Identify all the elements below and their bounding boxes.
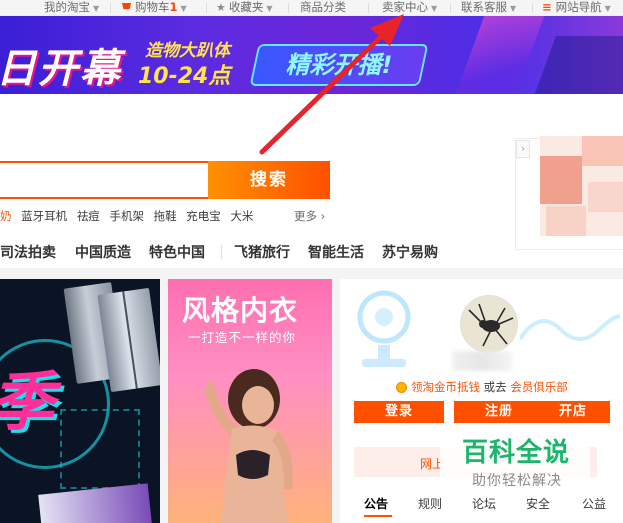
hot-word[interactable]: 大米: [230, 209, 253, 223]
watermark: 百科全说 助你轻松解决: [440, 426, 590, 496]
tab-forum[interactable]: 论坛: [472, 495, 496, 512]
banner-headline: 日开幕: [0, 46, 122, 92]
appliance-promo-panel[interactable]: 季: [0, 279, 160, 523]
chevron-right-icon: ›: [320, 209, 326, 223]
cart-icon: [122, 3, 131, 9]
banner-pill: 精彩开播!: [249, 44, 429, 86]
qr-code-image: [540, 136, 623, 236]
chevron-down-icon: ▼: [510, 4, 517, 13]
star-icon: ★: [216, 1, 226, 14]
hot-word[interactable]: 祛痘: [77, 209, 100, 223]
chevron-down-icon: ▼: [431, 4, 438, 13]
lingerie-title: 风格内衣: [182, 294, 299, 327]
hot-word[interactable]: 奶: [0, 209, 12, 223]
coins-promo: 领淘金币抵钱 或去 会员俱乐部: [396, 379, 568, 395]
nickname-blurred: [452, 351, 512, 371]
chevron-down-icon: ▼: [604, 4, 611, 13]
cart-count: 1: [169, 0, 178, 14]
my-taobao-link[interactable]: 我的淘宝 ▼: [44, 0, 99, 16]
nav-item[interactable]: 飞猪旅行: [234, 242, 290, 262]
cart-link[interactable]: 购物车1 ▼: [122, 0, 187, 16]
site-topbar: 我的淘宝 ▼ 购物车1 ▼ ★ 收藏夹 ▼ 商品分类 卖家中心 ▼ 联系客服 ▼ ≡ 网站导航…: [0, 0, 623, 16]
categories-link[interactable]: 商品分类: [300, 0, 346, 16]
chevron-left-icon[interactable]: ›: [516, 140, 530, 158]
chevron-down-icon: ▼: [93, 4, 100, 13]
hot-word[interactable]: 蓝牙耳机: [21, 209, 67, 223]
promo-banner[interactable]: 日开幕 造物大趴体 10-24点 精彩开播!: [0, 16, 623, 94]
hot-word[interactable]: 手机架: [109, 209, 144, 223]
customer-service-link[interactable]: 联系客服 ▼: [461, 0, 516, 16]
nav-item[interactable]: 苏宁易购: [382, 242, 438, 262]
tab-announcement[interactable]: 公告: [364, 495, 388, 512]
login-button[interactable]: 登录: [354, 401, 444, 423]
nav-item[interactable]: 司法拍卖: [0, 242, 56, 262]
tab-rules[interactable]: 规则: [418, 495, 442, 512]
lingerie-promo-panel[interactable]: 风格内衣 一打造不一样的你: [168, 279, 332, 523]
model-photo: [204, 369, 293, 523]
nav-item[interactable]: 特色中国: [149, 242, 205, 262]
wave-decoration: [520, 313, 620, 341]
hot-word[interactable]: 充电宝: [186, 209, 221, 223]
hot-search-words: 奶 蓝牙耳机 祛痘 手机架 拖鞋 充电宝 大米: [0, 208, 259, 224]
chevron-down-icon: ▼: [180, 4, 187, 13]
tab-security[interactable]: 安全: [526, 495, 550, 512]
coin-icon: [396, 382, 407, 393]
season-text: 季: [0, 351, 54, 443]
favorites-link[interactable]: ★ 收藏夹 ▼: [216, 0, 273, 16]
menu-icon: ≡: [542, 0, 552, 14]
chevron-down-icon: ▼: [266, 4, 273, 13]
open-shop-button[interactable]: 开店: [536, 401, 610, 423]
webcam-decoration: [357, 290, 411, 367]
nav-item[interactable]: 中国质造: [75, 242, 131, 262]
register-button[interactable]: 注册: [454, 401, 544, 423]
lingerie-subtitle: 一打造不一样的你: [188, 330, 297, 345]
avatar[interactable]: [460, 295, 518, 353]
seller-center-link[interactable]: 卖家中心 ▼: [382, 0, 437, 16]
coins-link[interactable]: 领淘金币抵钱: [411, 380, 480, 394]
tab-charity[interactable]: 公益: [582, 495, 606, 512]
site-nav-link[interactable]: ≡ 网站导航 ▼: [542, 0, 611, 16]
banner-line-2: 10-24点: [138, 64, 231, 89]
hot-word[interactable]: 拖鞋: [154, 209, 177, 223]
search-button[interactable]: 搜索: [208, 161, 330, 199]
bug-avatar-icon: [461, 296, 517, 352]
more-link[interactable]: 更多 ›: [294, 208, 325, 224]
nav-item[interactable]: 智能生活: [308, 242, 364, 262]
member-club-link[interactable]: 会员俱乐部: [510, 380, 568, 394]
